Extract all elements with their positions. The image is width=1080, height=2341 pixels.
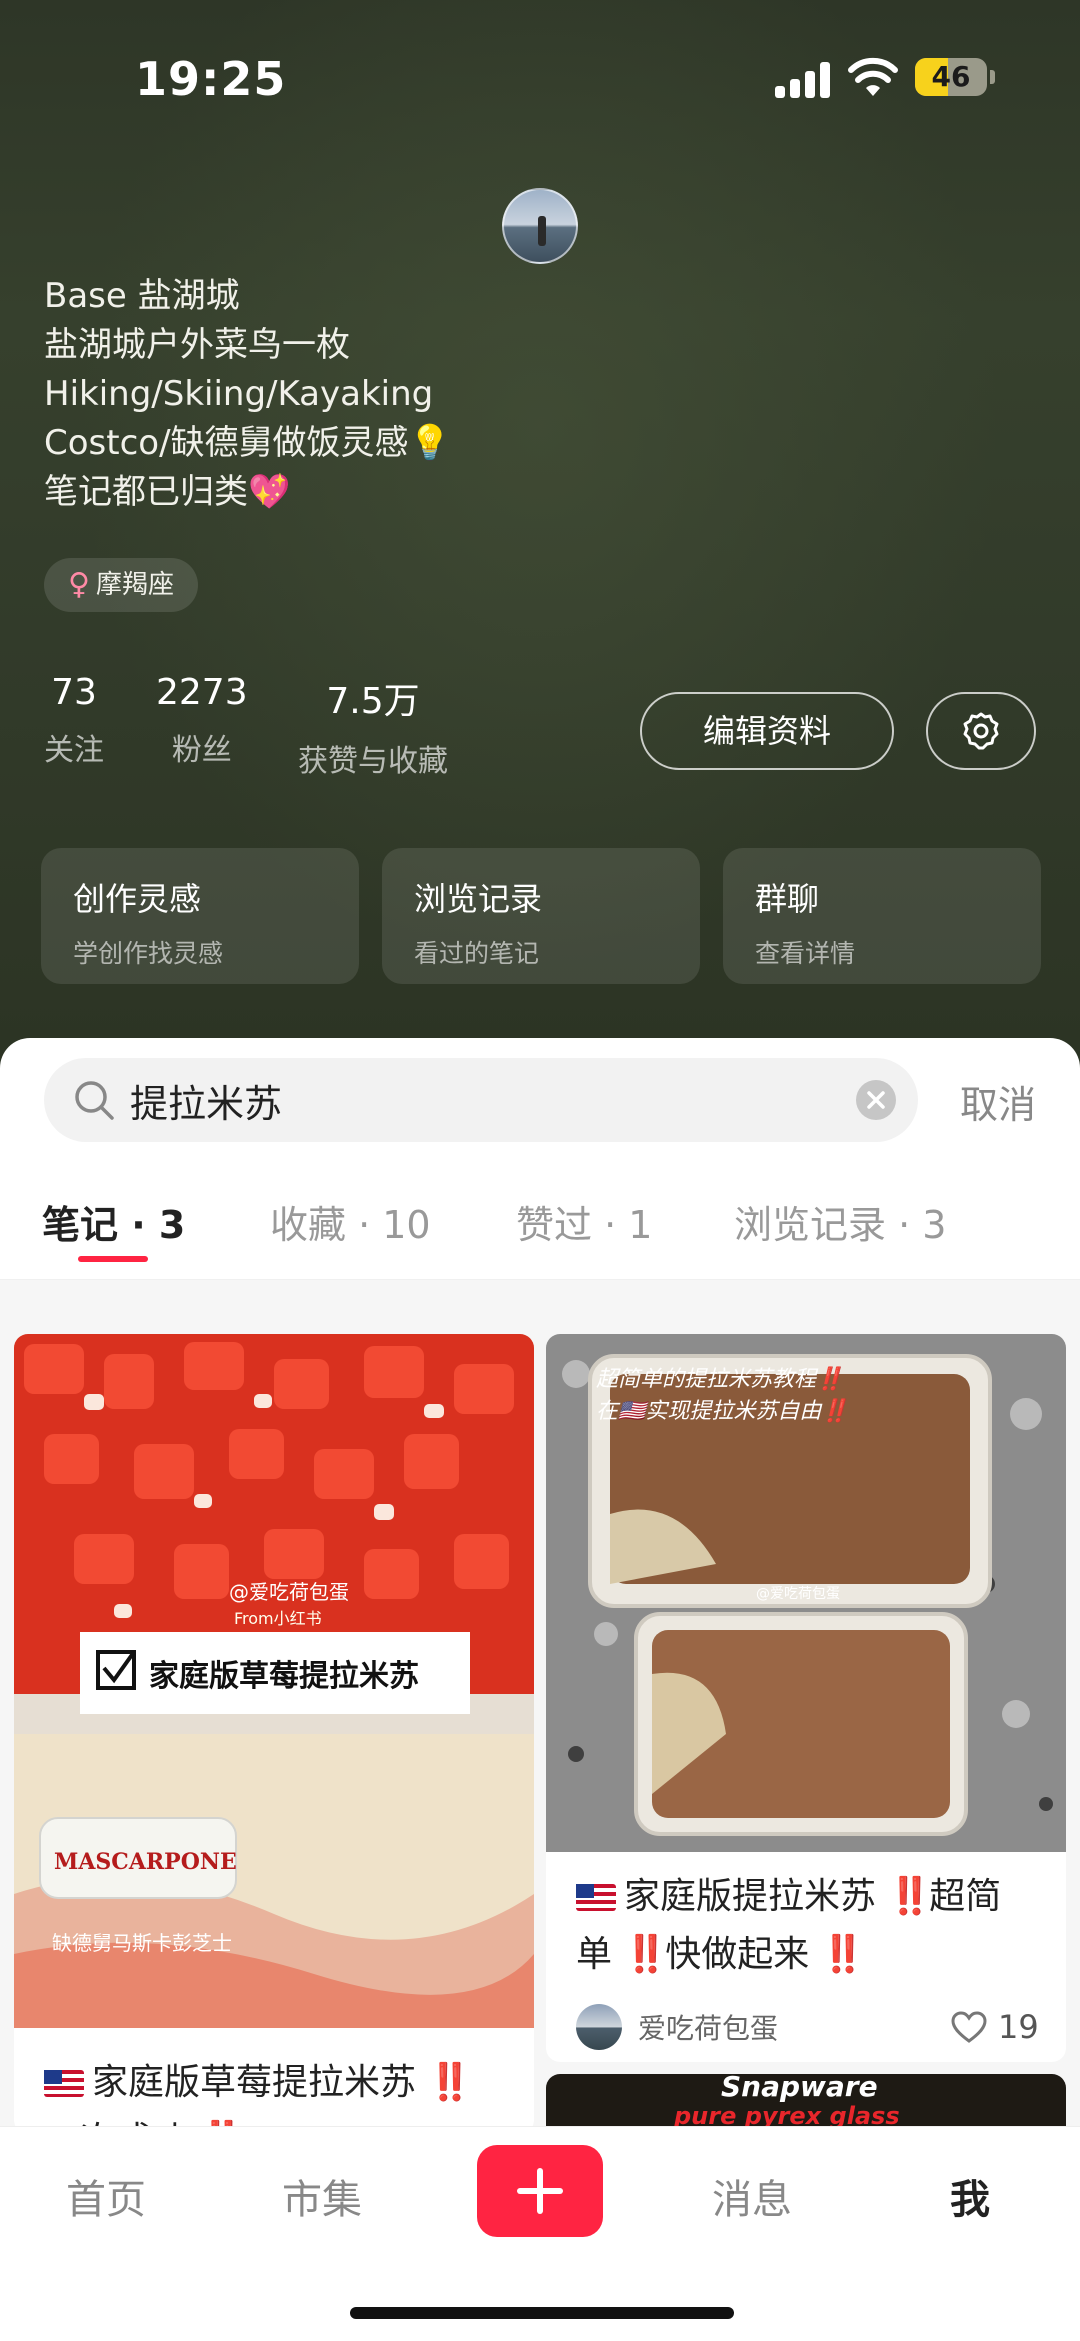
note-author[interactable]: 爱吃荷包蛋 (576, 2004, 778, 2050)
clear-search-icon[interactable] (856, 1080, 896, 1120)
card-browse-history[interactable]: 浏览记录 看过的笔记 (382, 848, 700, 984)
image-source: From小红书 (234, 1609, 322, 1628)
stat-label: 关注 (44, 733, 104, 768)
heart-icon (951, 2011, 987, 2043)
card-title: 浏览记录 (414, 880, 543, 918)
search-box[interactable] (44, 1058, 918, 1142)
search-input[interactable] (130, 1058, 820, 1142)
author-name: 爱吃荷包蛋 (638, 2012, 779, 2045)
stat-following[interactable]: 73 关注 (44, 672, 104, 769)
settings-button[interactable] (926, 692, 1036, 770)
search-row: 取消 (0, 1038, 1080, 1160)
battery-cap (990, 70, 995, 84)
tab-liked[interactable]: 赞过 · 1 (516, 1194, 652, 1249)
battery-percent: 46 (931, 60, 971, 93)
bio-line: Hiking/Skiing/Kayaking (44, 374, 434, 414)
note-title-text: 单 (576, 1934, 613, 1975)
like-count: 19 (998, 2008, 1039, 2046)
card-subtitle: 学创作找灵感 (73, 939, 224, 968)
stat-value: 73 (51, 672, 97, 713)
card-subtitle: 看过的笔记 (414, 939, 540, 968)
tab-history[interactable]: 浏览记录 · 3 (734, 1194, 946, 1249)
note-card[interactable]: @爱吃荷包蛋 From小红书 家庭版草莓提拉米苏 MASCARPONE 缺德舅马… (14, 1334, 534, 2134)
card-creation-inspiration[interactable]: 创作灵感 学创作找灵感 (41, 848, 359, 984)
bio-line: 笔记都已归类💖 (44, 472, 291, 512)
profile-bio: Base 盐湖城 盐湖城户外菜鸟一枚 Hiking/Skiing/Kayakin… (44, 272, 451, 517)
us-flag-icon (576, 1884, 616, 1911)
double-exclamation-icon: ‼️ (623, 1934, 668, 1975)
image-product-label: MASCARPONE (54, 1849, 237, 1875)
home-indicator (350, 2307, 734, 2319)
quick-cards: 创作灵感 学创作找灵感 浏览记录 看过的笔记 群聊 查看详情 (41, 848, 1041, 984)
nav-me[interactable]: 我 (950, 2167, 990, 2225)
bio-line: Base 盐湖城 (44, 276, 240, 316)
nav-home[interactable]: 首页 (66, 2167, 146, 2225)
double-exclamation-icon: ‼️ (427, 2062, 472, 2103)
profile-avatar[interactable] (502, 188, 578, 264)
close-icon (867, 1091, 885, 1109)
image-watermark: @爱吃荷包蛋 (756, 1586, 840, 1602)
card-title: 创作灵感 (73, 880, 202, 918)
image-brand: Snapware (721, 2074, 878, 2103)
stat-label: 粉丝 (171, 733, 232, 768)
stat-value: 7.5万 (326, 681, 420, 722)
wifi-icon (848, 57, 898, 96)
note-title: 家庭版提拉米苏 ‼️超简 单 ‼️快做起来 ‼️ (576, 1868, 1046, 1984)
image-watermark: @爱吃荷包蛋 (229, 1580, 349, 1604)
stat-label: 获赞与收藏 (298, 744, 448, 779)
card-title: 群聊 (755, 880, 820, 918)
image-caption: 在🇺🇸实现提拉米苏自由‼️ (596, 1398, 849, 1424)
plus-icon (517, 2168, 563, 2214)
note-title: 家庭版草莓提拉米苏 ‼️ 一次成功 ‼️ (44, 2054, 514, 2134)
note-cover-image: @爱吃荷包蛋 From小红书 家庭版草莓提拉米苏 MASCARPONE 缺德舅马… (14, 1334, 534, 2028)
cellular-signal-icon (775, 62, 831, 98)
search-icon (75, 1081, 114, 1120)
female-icon: ♀ (68, 567, 90, 602)
note-title-text: 家庭版提拉米苏 (624, 1876, 877, 1917)
status-bar: 19:25 46 (0, 0, 1080, 150)
zodiac-label: 摩羯座 (95, 570, 174, 600)
battery-icon: 46 (915, 58, 987, 96)
like-button[interactable]: 19 (950, 2008, 1039, 2046)
note-card[interactable]: 超简单的提拉米苏教程‼️ 在🇺🇸实现提拉米苏自由‼️ @爱吃荷包蛋 家庭版提拉米… (546, 1334, 1066, 2062)
active-tab-indicator (78, 1256, 148, 1262)
tab-notes[interactable]: 笔记 · 3 (42, 1194, 185, 1249)
bio-line: Costco/缺德舅做饭灵感💡 (44, 423, 451, 463)
stat-likes-saves[interactable]: 7.5万 获赞与收藏 (298, 672, 448, 780)
gear-icon (963, 712, 999, 750)
note-title-text: 超简 (929, 1876, 1002, 1917)
nav-market[interactable]: 市集 (282, 2167, 362, 2225)
nav-messages[interactable]: 消息 (712, 2167, 792, 2225)
card-subtitle: 查看详情 (755, 939, 856, 968)
create-post-button[interactable] (477, 2145, 603, 2237)
edit-profile-button[interactable]: 编辑资料 (640, 692, 894, 770)
double-exclamation-icon: ‼️ (820, 1934, 866, 1975)
note-title-text: 家庭版草莓提拉米苏 (92, 2062, 417, 2103)
note-cover-image: 超简单的提拉米苏教程‼️ 在🇺🇸实现提拉米苏自由‼️ @爱吃荷包蛋 (546, 1334, 1066, 1852)
tab-collections[interactable]: 收藏 · 10 (270, 1194, 431, 1249)
cancel-button[interactable]: 取消 (960, 1074, 1036, 1129)
stat-followers[interactable]: 2273 粉丝 (156, 672, 248, 769)
zodiac-tag[interactable]: ♀ 摩羯座 (44, 558, 198, 612)
double-exclamation-icon: ‼️ (887, 1876, 932, 1917)
stat-value: 2273 (156, 672, 248, 713)
status-time: 19:25 (135, 52, 287, 106)
image-label: 缺德舅马斯卡彭芝士 (52, 1931, 232, 1955)
bio-line: 盐湖城户外菜鸟一枚 (44, 325, 350, 365)
us-flag-icon (44, 2070, 84, 2097)
card-group-chat[interactable]: 群聊 查看详情 (723, 848, 1041, 984)
note-title-text: 快做起来 (665, 1934, 810, 1975)
avatar (576, 2004, 622, 2050)
bottom-nav: 首页 市集 消息 我 (0, 2126, 1080, 2341)
search-tabs: 笔记 · 3 收藏 · 10 赞过 · 1 浏览记录 · 3 (0, 1160, 1080, 1280)
image-caption: 家庭版草莓提拉米苏 (149, 1659, 419, 1694)
image-caption: 超简单的提拉米苏教程‼️ (596, 1366, 843, 1392)
